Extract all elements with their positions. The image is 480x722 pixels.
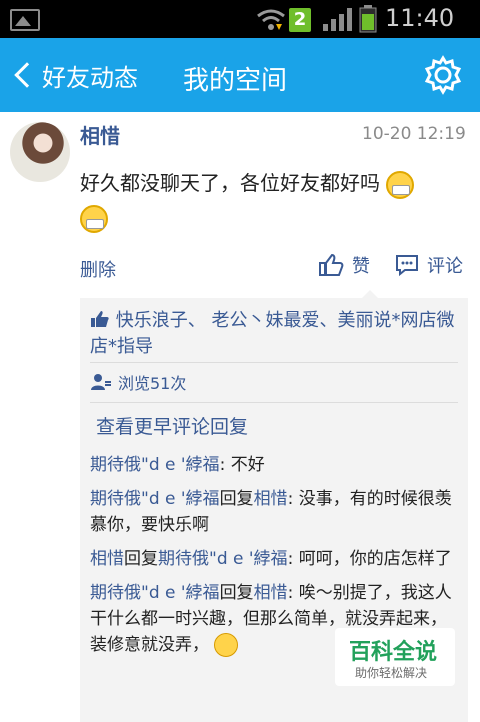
like-label: 赞 <box>352 256 370 277</box>
status-time: 11:40 <box>385 4 455 32</box>
reply-word: 回复 <box>219 583 254 603</box>
comment-item[interactable]: 相惜回复期待俄"d e '綍福: 呵呵，你的店怎样了 <box>90 546 458 572</box>
picture-icon <box>10 9 40 31</box>
sim-icon: 2 <box>289 8 311 32</box>
reply-word: 回复 <box>219 489 254 509</box>
divider <box>90 362 458 363</box>
thumbs-up-icon <box>319 253 344 276</box>
more-comments-link[interactable]: 查看更早评论回复 <box>96 412 248 439</box>
divider <box>90 402 458 403</box>
post-actions: 删除 赞 评论 <box>0 250 480 284</box>
reply-target[interactable]: 相惜 <box>254 583 288 603</box>
wifi-icon <box>257 9 285 30</box>
status-bar: 2 11:40 <box>0 0 480 38</box>
comment-text: : 不好 <box>219 455 265 475</box>
delete-button[interactable]: 删除 <box>80 256 116 282</box>
likes-list[interactable]: 快乐浪子、 老公丶妹最爱、美丽说*网店微店*指导 <box>90 308 460 360</box>
views-count: 浏览51次 <box>90 370 186 394</box>
watermark-badge: 百科全说 助你轻松解决 <box>335 628 455 686</box>
comment-text: : 呵呵，你的店怎样了 <box>287 549 452 569</box>
comment-author[interactable]: 相惜 <box>90 549 124 569</box>
reply-target[interactable]: 期待俄"d e '綍福 <box>158 549 288 569</box>
grin-emoji-icon <box>80 204 108 233</box>
comment-button[interactable]: 评论 <box>395 252 463 278</box>
back-label: 好友动态 <box>42 63 138 92</box>
grin-emoji-icon <box>386 170 415 199</box>
reply-word: 回复 <box>124 549 158 569</box>
comment-author[interactable]: 期待俄"d e '綍福 <box>90 455 220 475</box>
comment-icon <box>396 255 418 277</box>
battery-icon <box>359 5 377 33</box>
signal-icon <box>323 8 352 31</box>
watermark-title: 百科全说 <box>349 640 438 665</box>
comment-item[interactable]: 期待俄"d e '綍福: 不好 <box>90 452 458 478</box>
comment-item[interactable]: 期待俄"d e '綍福回复相惜: 没事，有的时候很羡慕你，要快乐啊 <box>90 486 458 538</box>
comment-author[interactable]: 期待俄"d e '綍福 <box>90 489 220 509</box>
post-text: 好久都没聊天了，各位好友都好吗 <box>80 171 380 195</box>
back-button[interactable]: 好友动态 <box>10 38 138 112</box>
comment-label: 评论 <box>427 256 463 277</box>
watermark-subtitle: 助你轻松解决 <box>355 666 428 680</box>
sleepy-emoji-icon <box>214 633 239 657</box>
post-content: 好久都没聊天了，各位好友都好吗 <box>80 166 470 234</box>
title-bar: 好友动态 我的空间 <box>0 38 480 112</box>
reply-target[interactable]: 相惜 <box>254 489 288 509</box>
likes-text: 快乐浪子、 老公丶妹最爱、美丽说*网店微店*指导 <box>90 310 455 357</box>
post-author[interactable]: 相惜 <box>80 120 120 149</box>
page-title: 我的空间 <box>183 66 288 96</box>
chevron-left-icon <box>14 62 40 88</box>
post-time: 10-20 12:19 <box>362 124 466 144</box>
thumbs-up-icon <box>91 311 109 327</box>
comment-author[interactable]: 期待俄"d e '綍福 <box>90 583 220 603</box>
like-button[interactable]: 赞 <box>318 252 370 278</box>
avatar[interactable] <box>10 122 70 182</box>
views-text: 浏览51次 <box>118 374 187 393</box>
viewers-icon <box>91 374 111 390</box>
gear-icon[interactable] <box>422 54 464 96</box>
